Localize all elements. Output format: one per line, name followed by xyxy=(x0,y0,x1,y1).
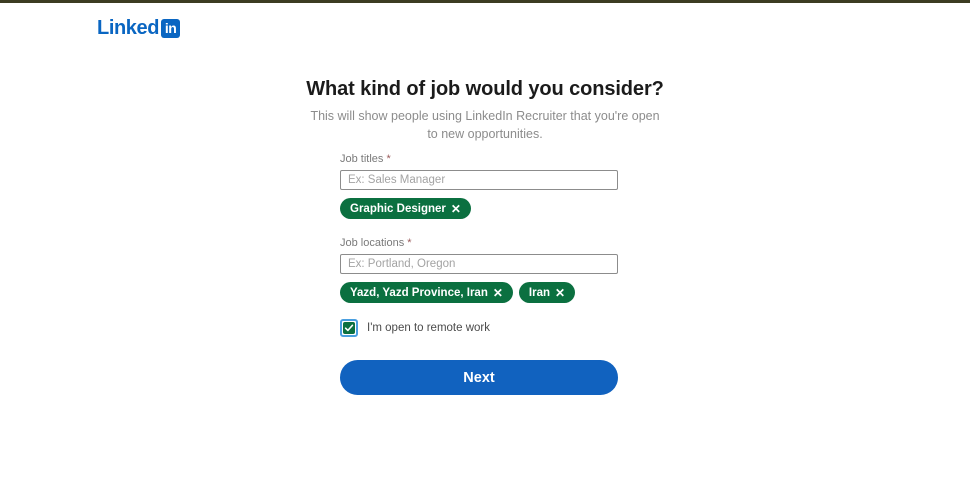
page-subtitle: This will show people using LinkedIn Rec… xyxy=(310,109,660,141)
job-titles-label: Job titles * xyxy=(340,153,618,166)
job-titles-required-mark: * xyxy=(386,153,391,165)
linkedin-onboarding-page: Linked in What kind of job would you con… xyxy=(0,3,970,500)
remove-icon[interactable]: ✕ xyxy=(451,203,461,215)
job-locations-pill-list: Yazd, Yazd Province, Iran ✕ Iran ✕ xyxy=(340,282,618,304)
job-titles-input[interactable] xyxy=(340,170,618,191)
job-locations-input[interactable] xyxy=(340,254,618,275)
checkbox-checked-box xyxy=(343,322,355,335)
job-locations-label: Job locations * xyxy=(340,237,618,250)
job-location-pill-label: Yazd, Yazd Province, Iran xyxy=(350,286,488,299)
linkedin-logo[interactable]: Linked in xyxy=(97,17,181,39)
job-title-pill-label: Graphic Designer xyxy=(350,202,446,215)
remove-icon[interactable]: ✕ xyxy=(493,287,503,299)
job-locations-required-mark: * xyxy=(407,237,412,250)
page-title: What kind of job would you consider? xyxy=(306,78,664,100)
job-location-pill-label: Iran xyxy=(528,286,551,299)
field-spacer xyxy=(340,219,618,237)
job-preferences-form: Job titles * Graphic Designer ✕ Job loca… xyxy=(340,153,618,396)
remove-icon[interactable]: ✕ xyxy=(555,287,565,299)
job-title-pill[interactable]: Graphic Designer ✕ xyxy=(340,198,471,220)
job-location-pill[interactable]: Yazd, Yazd Province, Iran ✕ xyxy=(340,282,513,304)
remote-work-row[interactable]: I'm open to remote work xyxy=(340,319,618,338)
linkedin-wordmark: Linked xyxy=(97,17,160,39)
job-titles-label-text: Job titles xyxy=(340,153,384,165)
linkedin-in-badge-icon: in xyxy=(161,18,181,38)
job-titles-pill-list: Graphic Designer ✕ xyxy=(340,198,618,220)
next-button[interactable]: Next xyxy=(340,360,618,396)
job-location-pill[interactable]: Iran ✕ xyxy=(518,282,576,304)
job-locations-label-text: Job locations xyxy=(340,237,405,250)
linkedin-in-badge-text: in xyxy=(164,20,177,36)
remote-work-label: I'm open to remote work xyxy=(367,322,490,335)
check-icon xyxy=(344,324,354,332)
remote-work-checkbox[interactable] xyxy=(340,319,358,338)
